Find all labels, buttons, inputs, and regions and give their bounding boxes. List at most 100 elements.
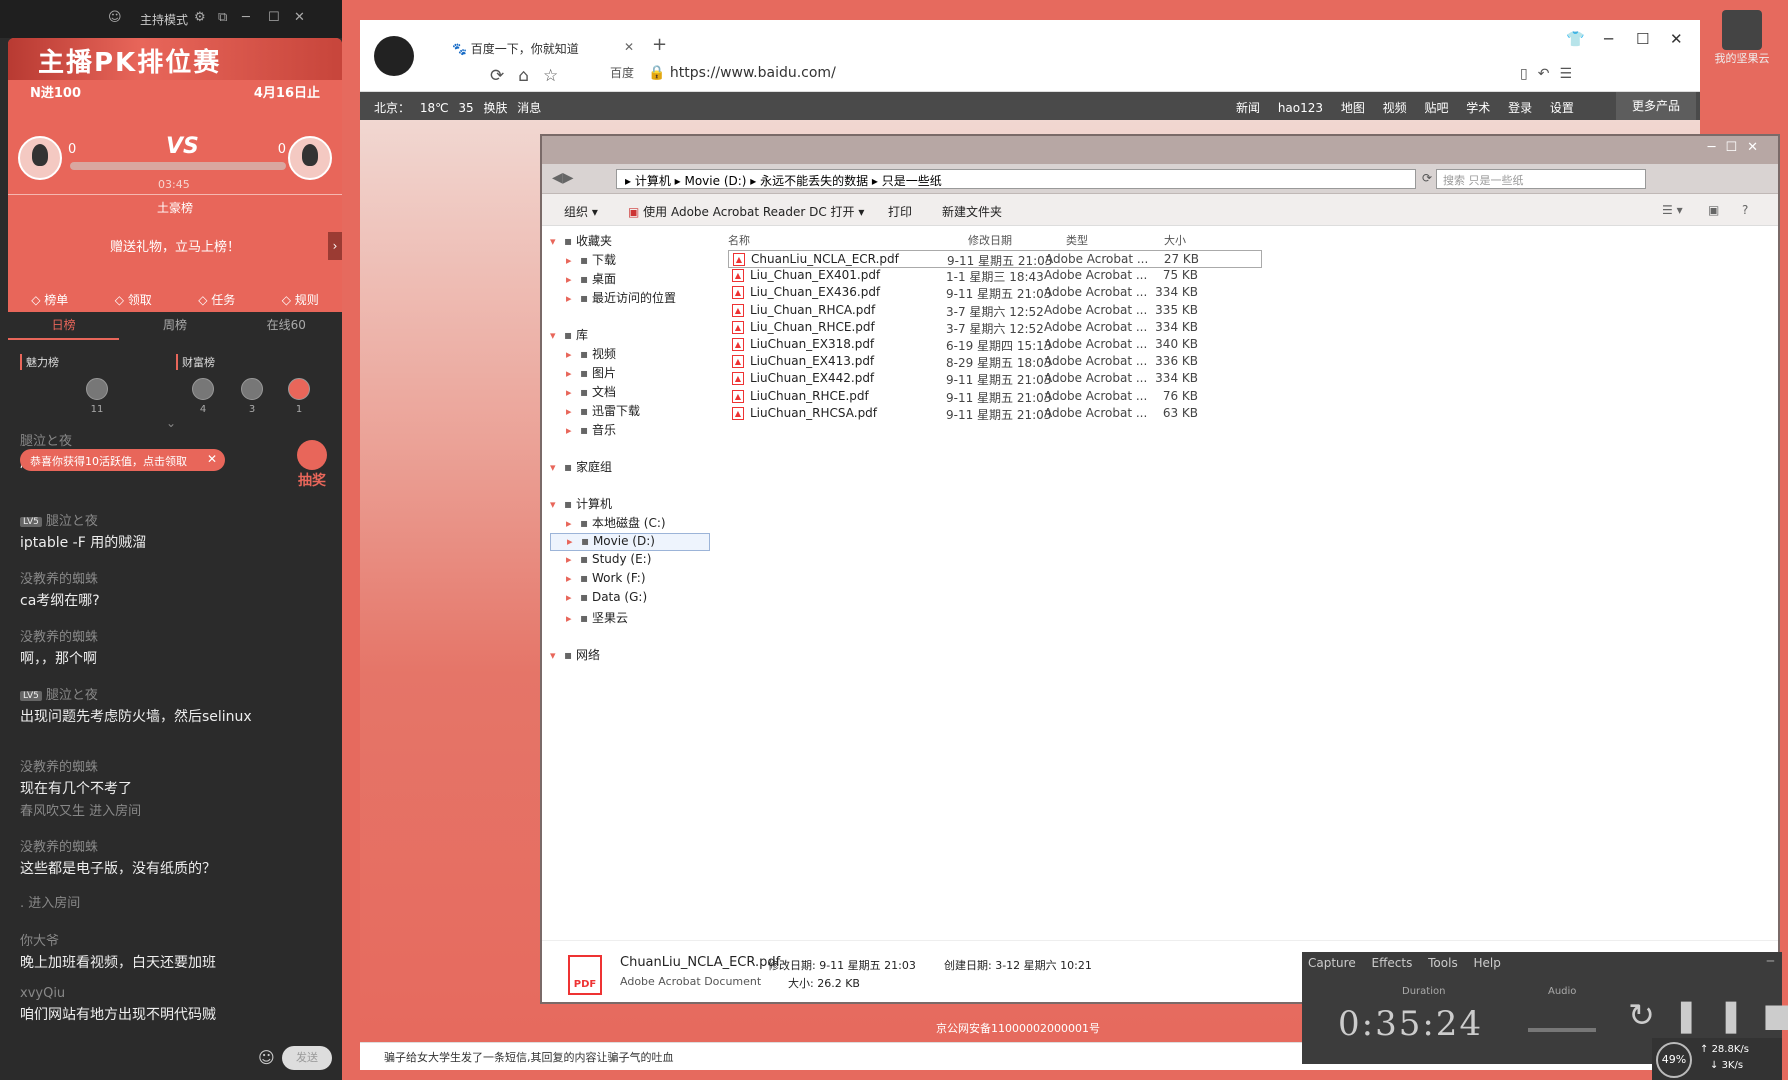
chat-user[interactable]: LV5 腿泣と夜 bbox=[20, 684, 336, 703]
undo-icon[interactable]: ↶ bbox=[1538, 66, 1560, 82]
file-row[interactable]: ▲ Liu_Chuan_RHCA.pdf 3-7 星期六 12:52 Adobe Ac… bbox=[728, 302, 1288, 320]
window-controls[interactable]: ─☐✕ bbox=[1708, 140, 1768, 155]
nav-tree-item[interactable]: ▾ ▪ 计算机 bbox=[550, 495, 710, 513]
chat-user[interactable]: 春风吹又生 进入房间 bbox=[20, 800, 336, 819]
nav-tree-item[interactable]: ▸ ▪ Data (G:) bbox=[550, 590, 710, 608]
open-with-button[interactable]: ▣ 使用 Adobe Acrobat Reader DC 打开 ▾ bbox=[628, 203, 864, 220]
chat-user[interactable]: xvyQiu bbox=[20, 986, 336, 1001]
popout-icon[interactable]: ⧉ bbox=[218, 10, 227, 25]
minimize-icon[interactable]: ─ bbox=[242, 10, 250, 25]
maximize-icon[interactable]: ☐ bbox=[268, 10, 280, 25]
expand-icon[interactable]: ▾ bbox=[550, 461, 564, 474]
refresh-icon[interactable]: ⟳ bbox=[1422, 171, 1432, 185]
col-date[interactable]: 修改日期 bbox=[968, 232, 1012, 248]
expand-icon[interactable]: ▾ bbox=[550, 649, 564, 662]
baidu-nav-links[interactable]: 新闻 hao123 地图 视频 贴吧 学术 登录 设置 bbox=[1236, 99, 1574, 116]
col-size[interactable]: 大小 bbox=[1164, 232, 1186, 248]
chevron-down-icon[interactable]: ⌄ bbox=[166, 416, 176, 430]
nav-tree-item[interactable]: ▸ ▪ 本地磁盘 (C:) bbox=[550, 514, 710, 532]
reward-notice[interactable]: 恭喜你获得10活跃值，点击领取 ✕ bbox=[20, 449, 225, 471]
expand-icon[interactable]: ▸ bbox=[566, 591, 580, 604]
expand-icon[interactable]: ▸ bbox=[566, 386, 580, 399]
file-row[interactable]: ▲ LiuChuan_EX318.pdf 6-19 星期四 15:13 Adobe A… bbox=[728, 336, 1288, 354]
expand-icon[interactable]: ▾ bbox=[550, 498, 564, 511]
avatar[interactable] bbox=[288, 378, 310, 400]
nav-tree-item[interactable]: ▸ ▪ 音乐 bbox=[550, 421, 710, 439]
chat-user[interactable]: 你大爷 bbox=[20, 930, 336, 949]
rank-tab-0[interactable]: 日榜 bbox=[8, 316, 120, 340]
browser-avatar[interactable] bbox=[374, 36, 414, 76]
file-row[interactable]: ▲ LiuChuan_EX442.pdf 9-11 星期五 21:03 Adobe A… bbox=[728, 370, 1288, 388]
nav-tree-item[interactable]: ▸ ▪ 视频 bbox=[550, 345, 710, 363]
back-forward-icon[interactable]: ◀▶ bbox=[552, 170, 574, 186]
nav-tree-item[interactable]: ▸ ▪ 最近访问的位置 bbox=[550, 289, 710, 307]
home-icon[interactable]: ⌂ bbox=[518, 66, 543, 86]
minimize-icon[interactable]: ─ bbox=[1767, 954, 1774, 968]
nav-tree-item[interactable]: ▸ ▪ 桌面 bbox=[550, 270, 710, 288]
new-tab-button[interactable]: + bbox=[652, 34, 667, 55]
browser-tab[interactable]: 🐾 百度一下，你就知道 ✕ bbox=[436, 32, 640, 62]
pk-tab-1[interactable]: ◇ 领取 bbox=[115, 291, 152, 308]
file-row[interactable]: ▲ ChuanLiu_NCLA_ECR.pdf 9-11 星期五 21:03 Adob… bbox=[728, 250, 1262, 268]
chat-user[interactable]: 没教养的蜘蛛 bbox=[20, 836, 336, 855]
nav-tree-item[interactable]: ▸ ▪ Study (E:) bbox=[550, 552, 710, 570]
expand-icon[interactable]: ▸ bbox=[566, 553, 580, 566]
help-icon[interactable]: ? bbox=[1742, 203, 1748, 217]
star-icon[interactable]: ☆ bbox=[543, 66, 572, 86]
rank-tab-1[interactable]: 周榜 bbox=[119, 316, 230, 340]
avatar[interactable] bbox=[86, 378, 108, 400]
nav-tree-item[interactable]: ▸ ▪ Movie (D:) bbox=[550, 533, 710, 551]
file-row[interactable]: ▲ Liu_Chuan_RHCE.pdf 3-7 星期六 12:52 Adobe Ac… bbox=[728, 319, 1288, 337]
close-icon[interactable]: ✕ bbox=[207, 452, 217, 466]
expand-icon[interactable]: ▸ bbox=[566, 348, 580, 361]
emoji-icon[interactable]: ☺ bbox=[258, 1048, 275, 1067]
breadcrumb[interactable]: ▸ 计算机 ▸ Movie (D:) ▸ 永远不能丢失的数据 ▸ 只是一些纸 bbox=[616, 169, 1416, 189]
lottery-button[interactable]: 抽奖 bbox=[292, 440, 332, 489]
reload-icon[interactable]: ⟳ bbox=[490, 66, 518, 86]
shirt-icon[interactable]: 👕 bbox=[1566, 30, 1585, 48]
nav-tree-item[interactable]: ▸ ▪ 坚果云 bbox=[550, 609, 710, 627]
recorder-menu[interactable]: Capture Effects Tools Help bbox=[1308, 956, 1501, 970]
avatar[interactable] bbox=[192, 378, 214, 400]
police-record[interactable]: 京公网安备11000002000001号 bbox=[936, 1020, 1100, 1036]
expand-icon[interactable]: ▸ bbox=[566, 424, 580, 437]
avatar[interactable] bbox=[18, 136, 62, 180]
audio-slider[interactable] bbox=[1528, 1028, 1596, 1032]
stop-icon[interactable]: ■ bbox=[1762, 996, 1788, 1034]
pk-tab-2[interactable]: ◇ 任务 bbox=[198, 291, 235, 308]
nav-tree-item[interactable]: ▾ ▪ 收藏夹 bbox=[550, 232, 710, 250]
nav-tree-item[interactable]: ▸ ▪ 文档 bbox=[550, 383, 710, 401]
organize-button[interactable]: 组织 ▾ bbox=[564, 203, 598, 220]
expand-icon[interactable]: ▸ bbox=[566, 273, 580, 286]
col-type[interactable]: 类型 bbox=[1066, 232, 1088, 248]
nav-tree-item[interactable]: ▸ ▪ 下载 bbox=[550, 251, 710, 269]
search-input[interactable]: 搜索 只是一些纸 bbox=[1436, 169, 1646, 189]
more-products-button[interactable]: 更多产品 bbox=[1616, 92, 1696, 120]
print-button[interactable]: 打印 bbox=[888, 203, 912, 220]
chat-user[interactable]: 没教养的蜘蛛 bbox=[20, 568, 336, 587]
chat-user[interactable]: 没教养的蜘蛛 bbox=[20, 626, 336, 645]
avatar[interactable] bbox=[288, 136, 332, 180]
expand-icon[interactable]: ▸ bbox=[566, 572, 580, 585]
chat-user[interactable]: 腿泣と夜 bbox=[20, 430, 336, 449]
settings-icon[interactable]: ⚙ bbox=[194, 10, 206, 25]
expand-icon[interactable]: ▸ bbox=[566, 517, 580, 530]
maximize-icon[interactable]: ☐ bbox=[1636, 30, 1649, 48]
desktop-icon-jianguoyun[interactable]: 我的坚果云 bbox=[1702, 10, 1782, 80]
phone-icon[interactable]: ▯ bbox=[1520, 66, 1538, 82]
expand-icon[interactable]: ▸ bbox=[567, 535, 581, 548]
menu-icon[interactable]: ☰ bbox=[1559, 66, 1582, 82]
expand-icon[interactable]: ▸ bbox=[566, 254, 580, 267]
minimize-icon[interactable]: ─ bbox=[1604, 30, 1613, 48]
nav-tree-item[interactable]: ▸ ▪ Work (F:) bbox=[550, 571, 710, 589]
expand-icon[interactable]: ▸ bbox=[566, 612, 580, 625]
pk-tab-0[interactable]: ◇ 榜单 bbox=[31, 291, 68, 308]
file-row[interactable]: ▲ LiuChuan_EX413.pdf 8-29 星期五 18:03 Adobe A… bbox=[728, 353, 1288, 371]
nav-tree-item[interactable]: ▾ ▪ 库 bbox=[550, 326, 710, 344]
nav-tree-item[interactable]: ▸ ▪ 迅雷下载 bbox=[550, 402, 710, 420]
pk-tab-3[interactable]: ◇ 规则 bbox=[282, 291, 319, 308]
file-row[interactable]: ▲ Liu_Chuan_EX436.pdf 9-11 星期五 21:03 Adobe … bbox=[728, 284, 1288, 302]
chat-user[interactable]: 没教养的蜘蛛 bbox=[20, 756, 336, 775]
nav-tree-item[interactable]: ▸ ▪ 图片 bbox=[550, 364, 710, 382]
nav-tree-item[interactable]: ▾ ▪ 网络 bbox=[550, 646, 710, 664]
